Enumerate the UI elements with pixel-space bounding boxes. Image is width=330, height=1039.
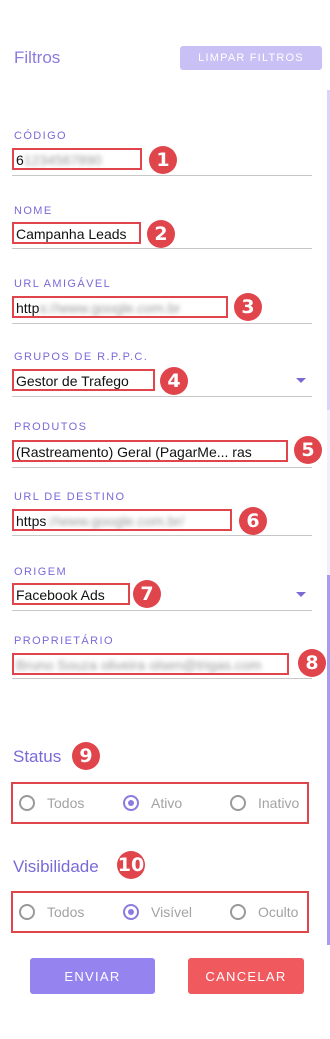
annotation-badge-1: 1: [149, 146, 177, 174]
radio-icon[interactable]: [19, 795, 35, 811]
friendly-url-input[interactable]: https://www.google.com.br: [12, 296, 228, 318]
annotation-badge-3: 3: [234, 293, 262, 321]
destination-url-label: URL DE DESTINO: [14, 491, 126, 503]
name-label: NOME: [14, 205, 53, 217]
radio-icon[interactable]: [230, 795, 246, 811]
annotation-badge-5: 5: [294, 436, 322, 464]
annotation-badge-4: 4: [160, 367, 188, 395]
code-input[interactable]: 61234567890: [12, 148, 142, 170]
code-label: CÓDIGO: [14, 130, 68, 142]
send-button[interactable]: ENVIAR: [30, 958, 155, 994]
status-option-inativo[interactable]: Inativo: [230, 795, 299, 811]
visibility-option-visivel[interactable]: Visível: [123, 904, 192, 920]
friendly-url-label: URL AMIGÁVEL: [14, 278, 112, 290]
code-underline: [12, 175, 312, 176]
name-input[interactable]: Campanha Leads: [12, 222, 141, 244]
status-option-todos[interactable]: Todos: [19, 795, 84, 811]
destination-url-underline: [12, 535, 312, 536]
products-select[interactable]: (Rastreamento) Geral (PagarMe... ras: [12, 440, 288, 462]
status-title: Status: [13, 747, 62, 766]
annotation-badge-2: 2: [147, 220, 175, 248]
radio-checked-icon[interactable]: [123, 795, 139, 811]
page-title: Filtros: [14, 48, 61, 67]
owner-input[interactable]: Bruno Souza oliveira olsen@trigas.com: [12, 653, 289, 675]
radio-icon[interactable]: [19, 904, 35, 920]
groups-select[interactable]: Gestor de Trafego: [12, 369, 155, 391]
owner-underline: [12, 678, 312, 679]
annotation-badge-10: 10: [117, 851, 145, 879]
name-underline: [12, 248, 312, 249]
origin-underline: [12, 610, 312, 611]
clear-filters-button[interactable]: LIMPAR FILTROS: [180, 46, 322, 70]
annotation-badge-6: 6: [239, 507, 267, 535]
cancel-button[interactable]: CANCELAR: [188, 958, 304, 994]
annotation-badge-9: 9: [72, 742, 100, 770]
groups-label: GRUPOS DE R.P.P.C.: [14, 351, 149, 363]
products-underline: [12, 467, 312, 468]
radio-checked-icon[interactable]: [123, 904, 139, 920]
status-radio-group: Todos Ativo Inativo: [11, 782, 309, 824]
destination-url-input[interactable]: https://www.google.com.br/: [12, 509, 232, 531]
chevron-down-icon[interactable]: [296, 592, 306, 597]
visibility-option-todos[interactable]: Todos: [19, 904, 84, 920]
visibility-radio-group: Todos Visível Oculto: [11, 891, 309, 933]
origin-label: ORIGEM: [14, 566, 68, 578]
groups-underline: [12, 396, 312, 397]
origin-select[interactable]: Facebook Ads: [12, 583, 130, 605]
status-option-ativo[interactable]: Ativo: [123, 795, 182, 811]
products-label: PRODUTOS: [14, 421, 88, 433]
radio-icon[interactable]: [230, 904, 246, 920]
visibility-title: Visibilidade: [13, 857, 99, 876]
owner-label: PROPRIETÁRIO: [14, 635, 114, 647]
visibility-option-oculto[interactable]: Oculto: [230, 904, 298, 920]
annotation-badge-7: 7: [133, 580, 161, 608]
chevron-down-icon[interactable]: [296, 378, 306, 383]
annotation-badge-8: 8: [298, 649, 326, 677]
friendly-url-underline: [12, 323, 312, 324]
